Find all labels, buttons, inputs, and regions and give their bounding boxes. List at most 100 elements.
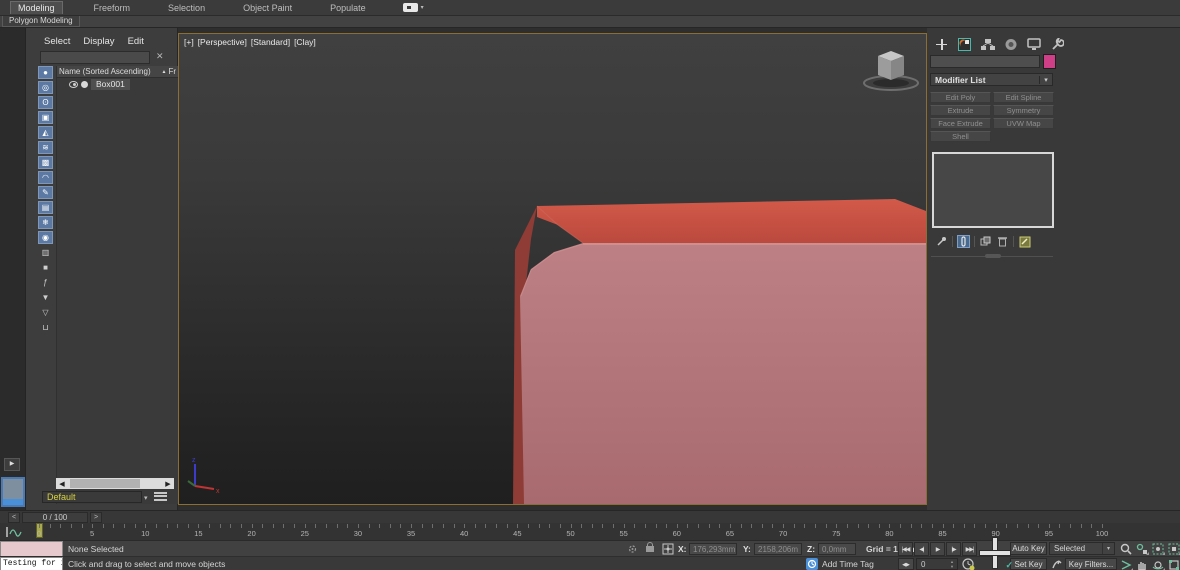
display-filter-toggle[interactable]: ❄ — [38, 216, 53, 229]
object-color-swatch[interactable] — [1043, 54, 1056, 69]
modify-tab[interactable] — [956, 36, 973, 52]
motion-tab[interactable] — [1002, 36, 1019, 52]
ribbon-tab[interactable]: Modeling — [10, 1, 63, 14]
time-tag-icon[interactable] — [806, 558, 818, 570]
selection-dot-icon[interactable] — [81, 80, 88, 88]
explorer-menu-item[interactable]: Select — [44, 36, 70, 47]
display-filter-toggle[interactable]: ▩ — [38, 156, 53, 169]
keyable-icons-filter[interactable] — [1051, 558, 1063, 570]
scroll-left-icon[interactable]: ◀ — [56, 480, 68, 488]
viewcube[interactable] — [863, 51, 919, 91]
viewport-label-segment[interactable]: [Standard] — [251, 37, 290, 47]
modifier-stack[interactable] — [932, 152, 1054, 228]
display-filter-toggle[interactable]: ▤ — [38, 201, 53, 214]
explorer-preset-dropdown[interactable]: Default — [42, 491, 142, 503]
z-coord-field[interactable]: 0,0mm — [818, 543, 856, 555]
selection-set-arrow-icon[interactable]: ▾ — [1102, 543, 1114, 554]
display-filter-toggle[interactable]: ✎ — [38, 186, 53, 199]
show-end-result-icon[interactable] — [957, 235, 970, 248]
explorer-hscrollbar[interactable]: ◀ ▶ — [56, 478, 174, 489]
playback-button[interactable]: ◀| — [914, 542, 929, 556]
ribbon-tab[interactable]: Object Paint — [236, 2, 299, 14]
expand-panel-button[interactable]: ▶ — [4, 458, 20, 471]
frame-spinner-arrows[interactable]: ▴ ▾ — [948, 559, 956, 569]
create-tab[interactable] — [933, 36, 950, 52]
maxscript-mini-listener[interactable]: Testing for i — [0, 557, 63, 570]
viewport-label-segment[interactable]: [+] — [184, 37, 194, 47]
display-filter-toggle[interactable]: ▥ — [38, 246, 53, 259]
modifier-button[interactable]: Face Extrude — [930, 118, 991, 129]
ribbon-tab[interactable]: Freeform — [87, 2, 138, 14]
preset-dropdown-arrow-icon[interactable]: ▾ — [144, 494, 148, 502]
add-time-tag-label[interactable]: Add Time Tag — [822, 559, 874, 569]
time-configuration-icon[interactable] — [962, 558, 975, 570]
remove-modifier-trash-icon[interactable] — [996, 235, 1009, 248]
clear-search-icon[interactable]: ✕ — [156, 51, 164, 62]
ribbon-minimize-arrow-icon[interactable]: ▾ — [421, 4, 424, 11]
ribbon-tab[interactable]: Populate — [323, 2, 373, 14]
pan-hand-icon[interactable] — [1135, 558, 1149, 570]
zoom-extents-all-icon[interactable] — [1167, 542, 1180, 555]
modifier-button[interactable]: Shell — [930, 131, 991, 142]
pin-stack-icon[interactable] — [935, 235, 948, 248]
frame-spin-right-button[interactable]: > — [90, 512, 102, 523]
isolate-selection-icon[interactable] — [627, 544, 638, 556]
timeline-ruler[interactable]: 0 5 10 15 20 25 30 35 40 45 50 55 60 65 70 75 80 85 90 95 10… — [28, 523, 1113, 540]
orbit-icon[interactable] — [1151, 558, 1165, 570]
hierarchy-tab[interactable] — [979, 36, 996, 52]
display-filter-toggle[interactable]: ◎ — [38, 81, 53, 94]
selection-lock-icon[interactable] — [646, 542, 654, 552]
zoom-icon[interactable] — [1119, 542, 1133, 555]
display-filter-toggle[interactable]: ◠ — [38, 171, 53, 184]
display-filter-toggle[interactable]: ▣ — [38, 111, 53, 124]
auto-key-button[interactable]: Auto Key — [1010, 542, 1047, 555]
display-filter-toggle[interactable]: ⊔ — [38, 321, 53, 334]
display-filter-toggle[interactable]: ● — [38, 66, 53, 79]
display-filter-toggle[interactable]: ≋ — [38, 141, 53, 154]
modifier-list-dropdown[interactable]: Modifier List ▾ — [930, 73, 1053, 86]
rollout-divider-handle[interactable] — [985, 254, 1001, 258]
display-filter-toggle[interactable]: ▼ — [38, 291, 53, 304]
key-mode-toggle[interactable]: ◀▶ — [898, 558, 914, 570]
explorer-column-header[interactable]: Name (Sorted Ascending) ▲ Fr — [57, 66, 178, 78]
viewport-label-segment[interactable]: [Clay] — [294, 37, 316, 47]
perspective-viewport[interactable]: z x [+] [Perspective] [Standard] [Clay] — [178, 33, 927, 505]
mini-curve-editor-button[interactable] — [4, 526, 24, 538]
y-coord-field[interactable]: 2158,206m — [754, 543, 802, 555]
visibility-eye-icon[interactable] — [69, 80, 78, 88]
explorer-row-box001[interactable]: Box001 — [57, 78, 178, 90]
ribbon-tab[interactable]: Selection — [161, 2, 212, 14]
scrollbar-thumb[interactable] — [70, 479, 140, 488]
modifier-button[interactable]: Symmetry — [993, 105, 1054, 116]
explorer-menu-item[interactable]: Display — [83, 36, 114, 47]
scroll-right-icon[interactable]: ▶ — [162, 480, 174, 488]
playback-button[interactable]: ▶ — [930, 542, 945, 556]
modifier-button[interactable]: Edit Poly — [930, 92, 991, 103]
transform-type-in-icon[interactable] — [662, 543, 674, 557]
set-key-button[interactable]: Set Key — [1010, 558, 1047, 570]
x-coord-field[interactable]: 176,293mm — [689, 543, 737, 555]
playback-button[interactable]: |▶ — [946, 542, 961, 556]
frame-range-field[interactable]: 0 / 100 — [22, 512, 88, 523]
explorer-search-input[interactable] — [40, 51, 150, 64]
make-unique-icon[interactable] — [979, 235, 992, 248]
ribbon-minimize-icon[interactable] — [402, 3, 418, 12]
zoom-all-icon[interactable] — [1135, 542, 1149, 555]
layers-icon[interactable] — [154, 490, 167, 503]
zoom-extents-icon[interactable] — [1151, 542, 1165, 555]
modifier-button[interactable]: UVW Map — [993, 118, 1054, 129]
playback-button[interactable]: |◀◀ — [898, 542, 913, 556]
name-column-header[interactable]: Name (Sorted Ascending) — [59, 67, 151, 76]
display-filter-toggle[interactable]: ◉ — [38, 231, 53, 244]
maxscript-listener-output[interactable] — [0, 541, 63, 557]
modifier-button[interactable]: Extrude — [930, 105, 991, 116]
display-filter-toggle[interactable]: ʘ — [38, 96, 53, 109]
frame-spin-left-button[interactable]: < — [8, 512, 20, 523]
selection-set-dropdown[interactable]: Selected ▾ — [1049, 542, 1115, 555]
playback-button[interactable]: ▶▶| — [962, 542, 977, 556]
field-of-view-icon[interactable] — [1119, 558, 1133, 570]
key-filters-button[interactable]: Key Filters... — [1065, 558, 1117, 570]
object-name-label[interactable]: Box001 — [91, 78, 130, 90]
explorer-menu-item[interactable]: Edit — [128, 36, 144, 47]
display-filter-toggle[interactable]: ƒ — [38, 276, 53, 289]
